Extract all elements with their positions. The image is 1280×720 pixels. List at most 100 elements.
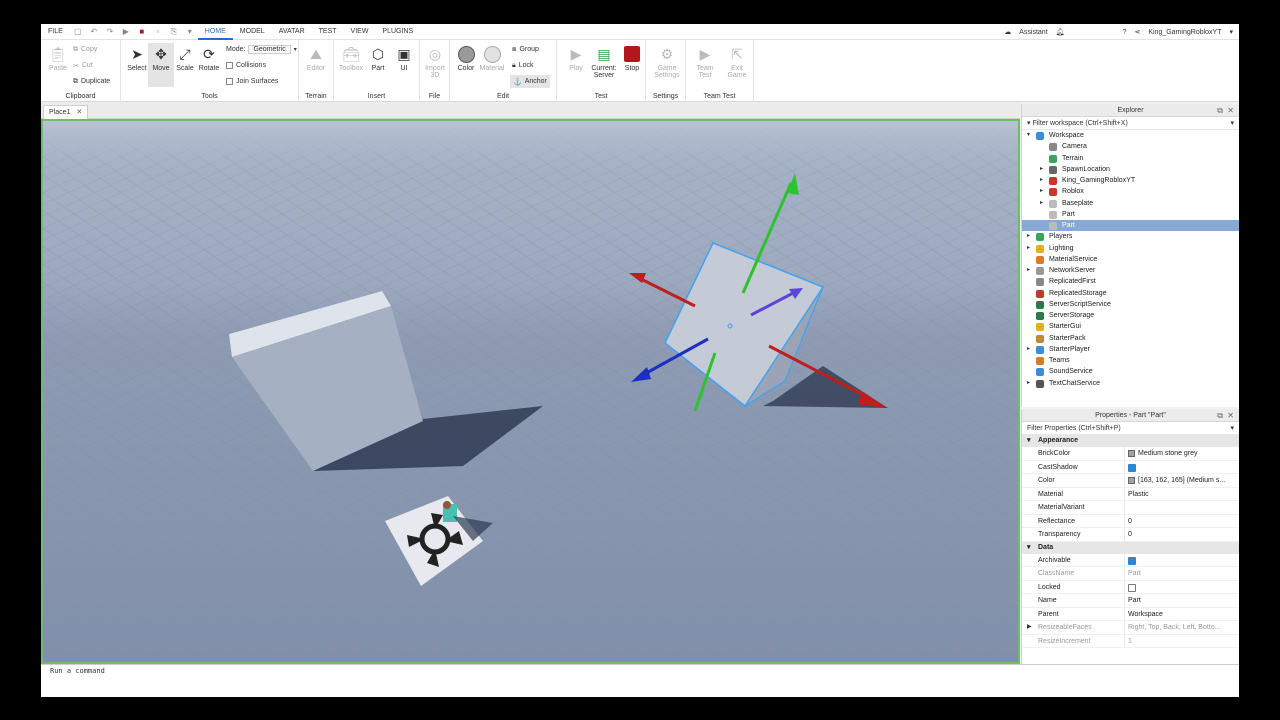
toolbox-button[interactable]: 🧰︎ Toolbox [338, 45, 364, 73]
explorer-item[interactable]: ▸ King_GamingRobloxYT [1022, 175, 1239, 186]
explorer-item[interactable]: SoundService [1022, 366, 1239, 377]
explorer-filter-input[interactable]: ▾ Filter workspace (Ctrl+Shift+X) ▾ [1022, 117, 1239, 130]
prop-resizeablefaces[interactable]: ▶ ResizeableFaces Right, Top, Back, Left, … [1022, 621, 1239, 635]
3d-viewport[interactable] [41, 119, 1020, 664]
notification-icon[interactable]: 🔔︎ [1056, 28, 1065, 36]
explorer-item[interactable]: MaterialService [1022, 254, 1239, 265]
collisions-checkbox[interactable] [226, 62, 233, 69]
close-icon[interactable]: ✕ [76, 109, 82, 116]
prop-castshadow[interactable]: CastShadow [1022, 460, 1239, 474]
prop-parent[interactable]: Parent Workspace [1022, 607, 1239, 621]
pause-icon[interactable]: ▫ [152, 26, 164, 38]
tab-place1[interactable]: Place1 ✕ [43, 105, 89, 119]
locked-checkbox[interactable] [1128, 583, 1136, 592]
join-surfaces-checkbox[interactable] [226, 78, 233, 85]
lock-button[interactable]: 🔒︎ Lock [512, 59, 534, 72]
duplicate-button[interactable]: ⧉ Duplicate [73, 75, 110, 88]
cloud-icon[interactable]: ☁ [1004, 28, 1011, 36]
anchor-button[interactable]: ⚓ Anchor [510, 75, 550, 88]
explorer-item[interactable]: Teams [1022, 355, 1239, 366]
properties-filter-input[interactable]: Filter Properties (Ctrl+Shift+P) ▾ [1022, 422, 1239, 435]
play-icon[interactable]: ▶ [120, 26, 132, 38]
command-bar[interactable]: Run a command [41, 664, 1239, 676]
help-icon[interactable]: ? [1123, 29, 1127, 36]
user-name[interactable]: King_GamingRobloxYT [1148, 29, 1221, 36]
explorer-item[interactable]: ▸ SpawnLocation [1022, 164, 1239, 175]
tab-test[interactable]: TEST [312, 24, 344, 40]
copy-button[interactable]: ⧉ Copy [73, 43, 97, 56]
ui-button[interactable]: ▣ UI [391, 45, 417, 73]
explorer-item[interactable]: StarterGui [1022, 321, 1239, 332]
chevron-right-icon[interactable]: ▸ [1027, 231, 1030, 242]
explorer-item[interactable]: ▸ Baseplate [1022, 198, 1239, 209]
explorer-item[interactable]: ▸ Roblox [1022, 186, 1239, 197]
tab-model[interactable]: MODEL [233, 24, 272, 40]
collisions-toggle[interactable]: Collisions [226, 59, 266, 72]
chevron-down-icon[interactable]: ▾ [1229, 28, 1233, 36]
cut-button[interactable]: ✂ Cut [73, 59, 93, 72]
explorer-item[interactable]: Part [1022, 220, 1239, 232]
select-button[interactable]: ➤ Select [124, 45, 150, 73]
explorer-item[interactable]: Camera [1022, 141, 1239, 152]
chevron-right-icon[interactable]: ▸ [1040, 198, 1043, 209]
prop-reflectance[interactable]: Reflectance 0 [1022, 514, 1239, 528]
castshadow-checkbox[interactable] [1128, 463, 1136, 472]
popout-icon[interactable]: ⧉ [1217, 104, 1223, 117]
prop-name[interactable]: Name Part [1022, 594, 1239, 608]
chevron-right-icon[interactable]: ▸ [1027, 243, 1030, 254]
explorer-item[interactable]: ▸ StarterPlayer [1022, 344, 1239, 355]
prop-material[interactable]: Material Plastic [1022, 487, 1239, 501]
chevron-right-icon[interactable]: ▸ [1027, 265, 1030, 276]
prop-archivable[interactable]: Archivable [1022, 553, 1239, 567]
group-button[interactable]: ⧈ Group [512, 43, 539, 56]
color-button[interactable]: Color [453, 45, 479, 72]
popout-icon[interactable]: ⧉ [1217, 409, 1223, 422]
prop-locked[interactable]: Locked [1022, 580, 1239, 594]
share-icon[interactable]: ⋖ [1134, 28, 1140, 36]
game-settings-button[interactable]: ⚙ Game Settings [652, 45, 682, 80]
tab-plugins[interactable]: PLUGINS [375, 24, 420, 40]
redo-icon[interactable]: ↷ [104, 26, 116, 38]
stop-button[interactable]: Stop [619, 45, 645, 72]
assistant-button[interactable]: Assistant [1019, 29, 1047, 36]
new-file-icon[interactable]: ▢ [72, 26, 84, 38]
explorer-item[interactable]: ▾ Workspace [1022, 130, 1239, 141]
team-test-button[interactable]: ▶ Team Test [692, 45, 718, 80]
explorer-item[interactable]: ServerStorage [1022, 310, 1239, 321]
tab-view[interactable]: VIEW [344, 24, 376, 40]
import-3d-button[interactable]: ◎ Import 3D [422, 45, 448, 80]
explorer-item[interactable]: ▸ NetworkServer [1022, 265, 1239, 276]
publish-icon[interactable]: ⎘ [168, 26, 180, 38]
paste-button[interactable]: 📋︎ Paste [45, 45, 71, 73]
chevron-right-icon[interactable]: ▸ [1040, 175, 1043, 186]
explorer-item[interactable]: ReplicatedStorage [1022, 288, 1239, 299]
explorer-item[interactable]: ▸ TextChatService [1022, 378, 1239, 389]
explorer-item[interactable]: ▸ Players [1022, 231, 1239, 242]
explorer-item[interactable]: ReplicatedFirst [1022, 276, 1239, 287]
command-input[interactable]: Run a command [50, 667, 105, 675]
chevron-right-icon[interactable]: ▶ [1027, 621, 1032, 635]
tab-avatar[interactable]: AVATAR [272, 24, 312, 40]
chevron-down-icon[interactable]: ▾ [1230, 117, 1234, 130]
customize-icon[interactable]: ▾ [184, 26, 196, 38]
exit-game-button[interactable]: ⇱ Exit Game [724, 45, 750, 80]
terrain-editor-button[interactable]: ⛰ Editor [303, 45, 329, 73]
undo-icon[interactable]: ↶ [88, 26, 100, 38]
join-surfaces-toggle[interactable]: Join Surfaces [226, 75, 278, 88]
prop-color[interactable]: Color [163, 162, 165] (Medium s... [1022, 474, 1239, 488]
close-icon[interactable]: ✕ [1227, 104, 1234, 117]
archivable-checkbox[interactable] [1128, 556, 1136, 565]
category-data[interactable]: ▾ Data [1022, 541, 1239, 554]
scale-button[interactable]: ⤢ Scale [172, 45, 198, 73]
prop-transparency[interactable]: Transparency 0 [1022, 528, 1239, 542]
explorer-item[interactable]: ServerScriptService [1022, 299, 1239, 310]
explorer-item[interactable]: StarterPack [1022, 333, 1239, 344]
explorer-item[interactable]: Part [1022, 209, 1239, 220]
move-button[interactable]: ✥ Move [148, 43, 174, 87]
stop-icon[interactable]: ■ [136, 26, 148, 38]
mode-selector[interactable]: Mode: Geometric ▾ [226, 43, 297, 56]
tab-file[interactable]: FILE [41, 24, 70, 40]
chevron-right-icon[interactable]: ▸ [1027, 344, 1030, 355]
part-button[interactable]: ⬡ Part [365, 45, 391, 73]
prop-brickcolor[interactable]: BrickColor Medium stone grey [1022, 447, 1239, 461]
